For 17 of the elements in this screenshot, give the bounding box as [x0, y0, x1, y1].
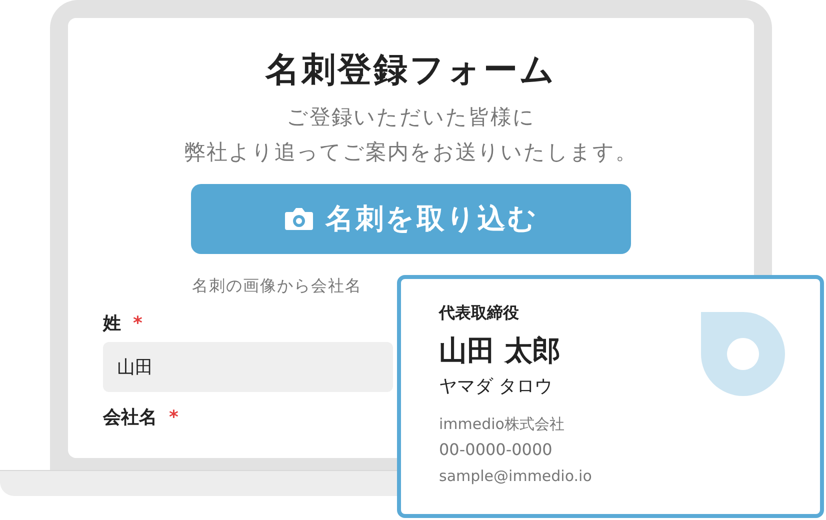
card-company: immedio株式会社 [439, 414, 566, 435]
required-mark: * [169, 406, 178, 430]
camera-icon [284, 206, 314, 232]
field-label: 会社名 [103, 406, 157, 430]
input-field[interactable]: 山田 [103, 342, 393, 392]
card-title: 代表取締役 [439, 302, 520, 324]
card-name: 山田 太郎 [439, 333, 562, 369]
card-kana: ヤマダ タロウ [439, 375, 554, 399]
field-label: 姓 [103, 312, 121, 336]
description-line: ご登録いただいた皆様に [286, 104, 536, 131]
hint-text: 名刺の画像から会社名 [192, 276, 362, 295]
required-mark: * [133, 312, 142, 336]
card-email: sample@immedio.io [439, 466, 593, 487]
description-line: 弊社より追ってご案内をお送りいたします。 [184, 139, 638, 166]
logo-icon [701, 312, 785, 396]
form-title: 名刺登録フォーム [266, 50, 556, 90]
card-phone: 00-0000-0000 [439, 439, 554, 461]
